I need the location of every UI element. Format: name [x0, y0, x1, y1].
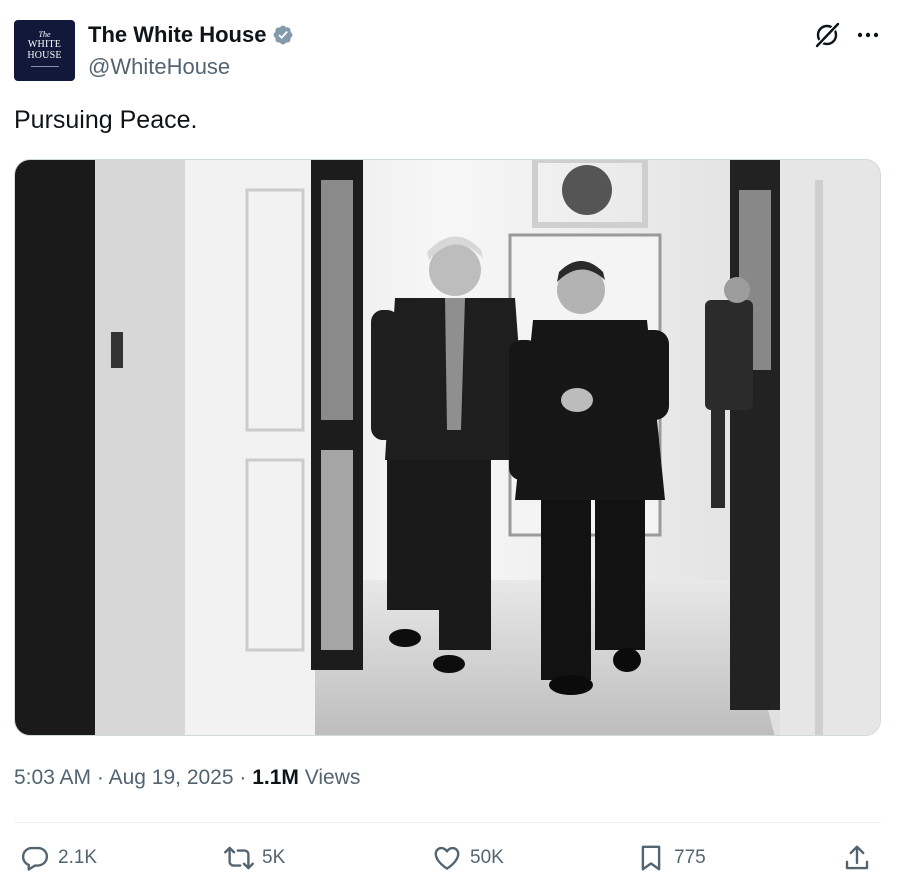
tweet-meta: 5:03 AM · Aug 19, 2025 · 1.1M Views [14, 766, 360, 790]
share-button[interactable] [842, 840, 872, 876]
reply-button[interactable]: 2.1K [20, 840, 97, 876]
avatar-logo-text: HOUSE [27, 50, 62, 61]
repost-count: 5K [262, 847, 286, 868]
tweet-photo[interactable] [14, 159, 881, 736]
avatar-logo-rule [30, 66, 59, 67]
views-count: 1.1M [252, 766, 299, 789]
like-button[interactable]: 50K [432, 840, 504, 876]
meta-separator: · [96, 766, 104, 789]
tweet-time[interactable]: 5:03 AM [14, 766, 91, 789]
share-icon [845, 845, 869, 870]
like-count: 50K [470, 847, 504, 868]
tweet-text: Pursuing Peace. [14, 106, 198, 134]
author-name-row: The White House [88, 22, 294, 48]
bookmark-icon [641, 845, 661, 871]
author-handle[interactable]: @WhiteHouse [88, 54, 230, 80]
divider [14, 822, 881, 823]
reply-count: 2.1K [58, 847, 98, 868]
avatar[interactable]: The WHITE HOUSE [14, 20, 75, 81]
more-icon[interactable] [856, 26, 880, 44]
views-label: Views [304, 766, 361, 789]
avatar-logo-text: WHITE [27, 39, 62, 50]
action-bar: 2.1K 5K 50K 775 [0, 840, 900, 880]
display-name[interactable]: The White House [88, 22, 266, 48]
bookmark-button[interactable]: 775 [636, 840, 706, 876]
like-icon [434, 846, 460, 870]
avatar-logo-text: The [38, 30, 51, 39]
verified-badge-icon[interactable] [272, 24, 294, 46]
repost-button[interactable]: 5K [224, 840, 285, 876]
meta-separator: · [239, 766, 247, 789]
reply-icon [21, 846, 49, 871]
grok-icon[interactable] [814, 22, 840, 48]
tweet-date[interactable]: Aug 19, 2025 [109, 766, 234, 789]
repost-icon [224, 846, 254, 870]
bookmark-count: 775 [674, 847, 706, 868]
